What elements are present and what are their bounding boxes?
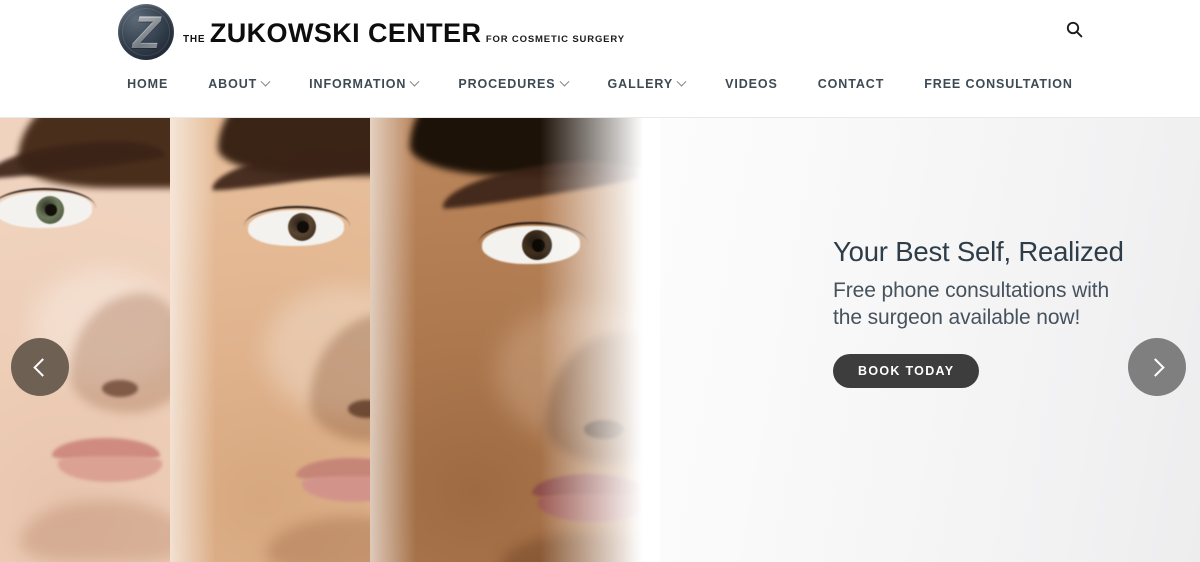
main-navigation: HOME ABOUT INFORMATION PROCEDURES GALLER… [0, 76, 1200, 91]
hero-copy: Your Best Self, Realized Free phone cons… [833, 236, 1133, 388]
chevron-down-icon [260, 76, 271, 87]
slider-next-button[interactable] [1128, 338, 1186, 396]
nav-label: GALLERY [607, 77, 674, 91]
chevron-down-icon [559, 76, 569, 87]
nav-label: INFORMATION [309, 77, 407, 91]
site-header: Z THE ZUKOWSKI CENTER FOR COSMETIC SURGE… [0, 0, 1200, 118]
nav-item-contact[interactable]: CONTACT [798, 78, 904, 91]
search-icon [1066, 21, 1082, 37]
nav-label: ABOUT [208, 77, 258, 91]
hero-title: Your Best Self, Realized [833, 236, 1124, 267]
logo-emblem-letter: Z [118, 4, 174, 60]
chevron-right-icon [1145, 357, 1165, 377]
nav-label: VIDEOS [725, 77, 778, 91]
chevron-down-icon [409, 76, 420, 87]
logo-name: ZUKOWSKI CENTER [209, 17, 482, 48]
nav-label: CONTACT [817, 77, 885, 91]
site-logo[interactable]: Z THE ZUKOWSKI CENTER FOR COSMETIC SURGE… [118, 4, 625, 60]
search-button[interactable] [1060, 15, 1088, 43]
hero-subtitle: Free phone consultations with the surgeo… [833, 279, 1110, 330]
nav-item-information[interactable]: INFORMATION [289, 76, 438, 91]
nav-label: FREE CONSULTATION [924, 77, 1073, 91]
nav-label: PROCEDURES [458, 77, 556, 91]
hero-image [0, 118, 660, 562]
logo-emblem-icon: Z [118, 4, 174, 60]
logo-the: THE [183, 33, 206, 45]
page-root: Z THE ZUKOWSKI CENTER FOR COSMETIC SURGE… [0, 0, 1200, 562]
nav-item-free-consultation[interactable]: FREE CONSULTATION [904, 78, 1093, 91]
chevron-left-icon [32, 357, 52, 377]
nav-item-gallery[interactable]: GALLERY [588, 76, 706, 91]
nav-label: HOME [127, 77, 169, 91]
nav-item-home[interactable]: HOME [107, 78, 188, 91]
nav-item-procedures[interactable]: PROCEDURES [438, 76, 587, 91]
logo-wordmark: THE ZUKOWSKI CENTER FOR COSMETIC SURGERY [183, 17, 625, 48]
chevron-down-icon [676, 76, 687, 87]
slider-prev-button[interactable] [11, 338, 69, 396]
nav-item-videos[interactable]: VIDEOS [705, 78, 798, 91]
book-today-button[interactable]: BOOK TODAY [833, 354, 980, 388]
nav-item-about[interactable]: ABOUT [188, 76, 289, 91]
logo-tagline: FOR COSMETIC SURGERY [485, 33, 625, 45]
face-profile-3 [370, 118, 660, 562]
hero-slider: Your Best Self, Realized Free phone cons… [0, 118, 1200, 562]
